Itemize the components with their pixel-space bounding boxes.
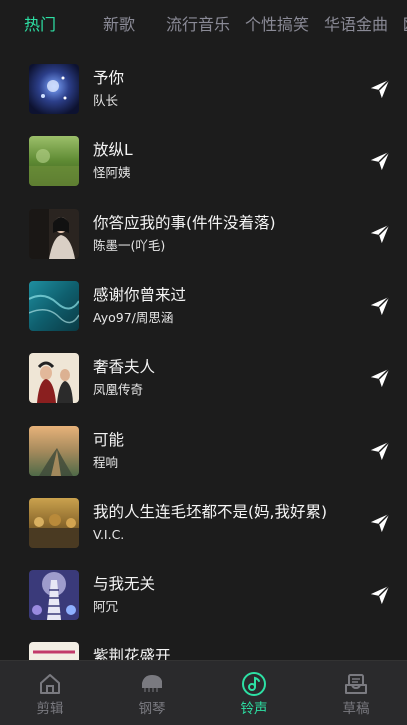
album-cover [29,642,79,660]
song-artist: 阿冗 [93,599,119,614]
album-cover [29,209,79,259]
album-cover [29,353,79,403]
list-item[interactable]: 放纵L 怪阿姨 [0,124,407,196]
tab-funny[interactable]: 个性搞笑 [245,15,309,35]
song-title: 奢香夫人 [93,358,156,376]
album-cover [29,426,79,476]
tab-hot[interactable]: 热门 [24,15,56,35]
home-icon [40,674,60,694]
song-artist: 队长 [93,93,119,108]
song-title: 与我无关 [93,575,156,593]
song-artist: 程响 [93,455,119,470]
send-icon[interactable] [369,584,391,606]
send-icon[interactable] [369,367,391,389]
drafts-icon [345,674,367,694]
song-artist: 凤凰传奇 [93,382,144,397]
tab-pop-music[interactable]: 流行音乐 [166,15,230,35]
album-cover [29,498,79,548]
send-icon[interactable] [369,150,391,172]
album-cover [29,570,79,620]
category-tabs: 热门 新歌 流行音乐 个性搞笑 华语金曲 欧 [0,0,407,52]
song-title: 紫荆花盛开 [93,647,171,660]
tab-new-songs[interactable]: 新歌 [103,15,135,35]
song-artist: 陈墨一(吖毛) [93,238,166,253]
list-item[interactable]: 奢香夫人 凤凰传奇 [0,341,407,413]
list-item[interactable]: 与我无关 阿冗 [0,558,407,630]
nav-label: 剪辑 [36,701,64,717]
nav-ringtones[interactable]: 铃声 [214,661,294,725]
nav-label: 草稿 [342,701,370,717]
send-icon[interactable] [369,440,391,462]
list-item[interactable]: 可能 程响 [0,414,407,486]
ringtone-list: 予你 队长 放纵L 怪阿姨 你答应我的事(件件没着落) 陈墨一(吖毛) 感谢你曾… [0,52,407,660]
song-artist: V.I.C. [93,527,125,542]
nav-piano[interactable]: 钢琴 [112,661,192,725]
album-cover [29,136,79,186]
list-item[interactable]: 你答应我的事(件件没着落) 陈墨一(吖毛) [0,197,407,269]
song-artist: Ayo97/周思涵 [93,310,174,325]
song-title: 予你 [93,69,125,87]
song-title: 我的人生连毛坯都不是(妈,我好累) [93,503,328,521]
list-item[interactable]: 我的人生连毛坯都不是(妈,我好累) V.I.C. [0,486,407,558]
nav-label: 铃声 [240,701,268,717]
bottom-navigation: 剪辑 钢琴 铃声 草稿 [0,660,407,725]
tab-more[interactable]: 欧 [403,15,407,35]
send-icon[interactable] [369,78,391,100]
nav-label: 钢琴 [138,701,166,717]
list-item[interactable]: 予你 队长 [0,52,407,124]
song-title: 放纵L [93,141,133,159]
song-title: 你答应我的事(件件没着落) [93,214,276,232]
song-title: 感谢你曾来过 [93,286,187,304]
music-note-icon [242,672,266,696]
album-cover [29,281,79,331]
song-artist: 怪阿姨 [93,165,131,180]
album-cover [29,64,79,114]
send-icon[interactable] [369,223,391,245]
send-icon[interactable] [369,512,391,534]
song-title: 可能 [93,431,125,449]
nav-edit[interactable]: 剪辑 [10,661,90,725]
list-item[interactable]: 紫荆花盛开 [0,630,407,660]
list-item[interactable]: 感谢你曾来过 Ayo97/周思涵 [0,269,407,341]
piano-icon [142,675,162,692]
send-icon[interactable] [369,295,391,317]
nav-drafts[interactable]: 草稿 [316,661,396,725]
tab-chinese-classics[interactable]: 华语金曲 [324,15,388,35]
